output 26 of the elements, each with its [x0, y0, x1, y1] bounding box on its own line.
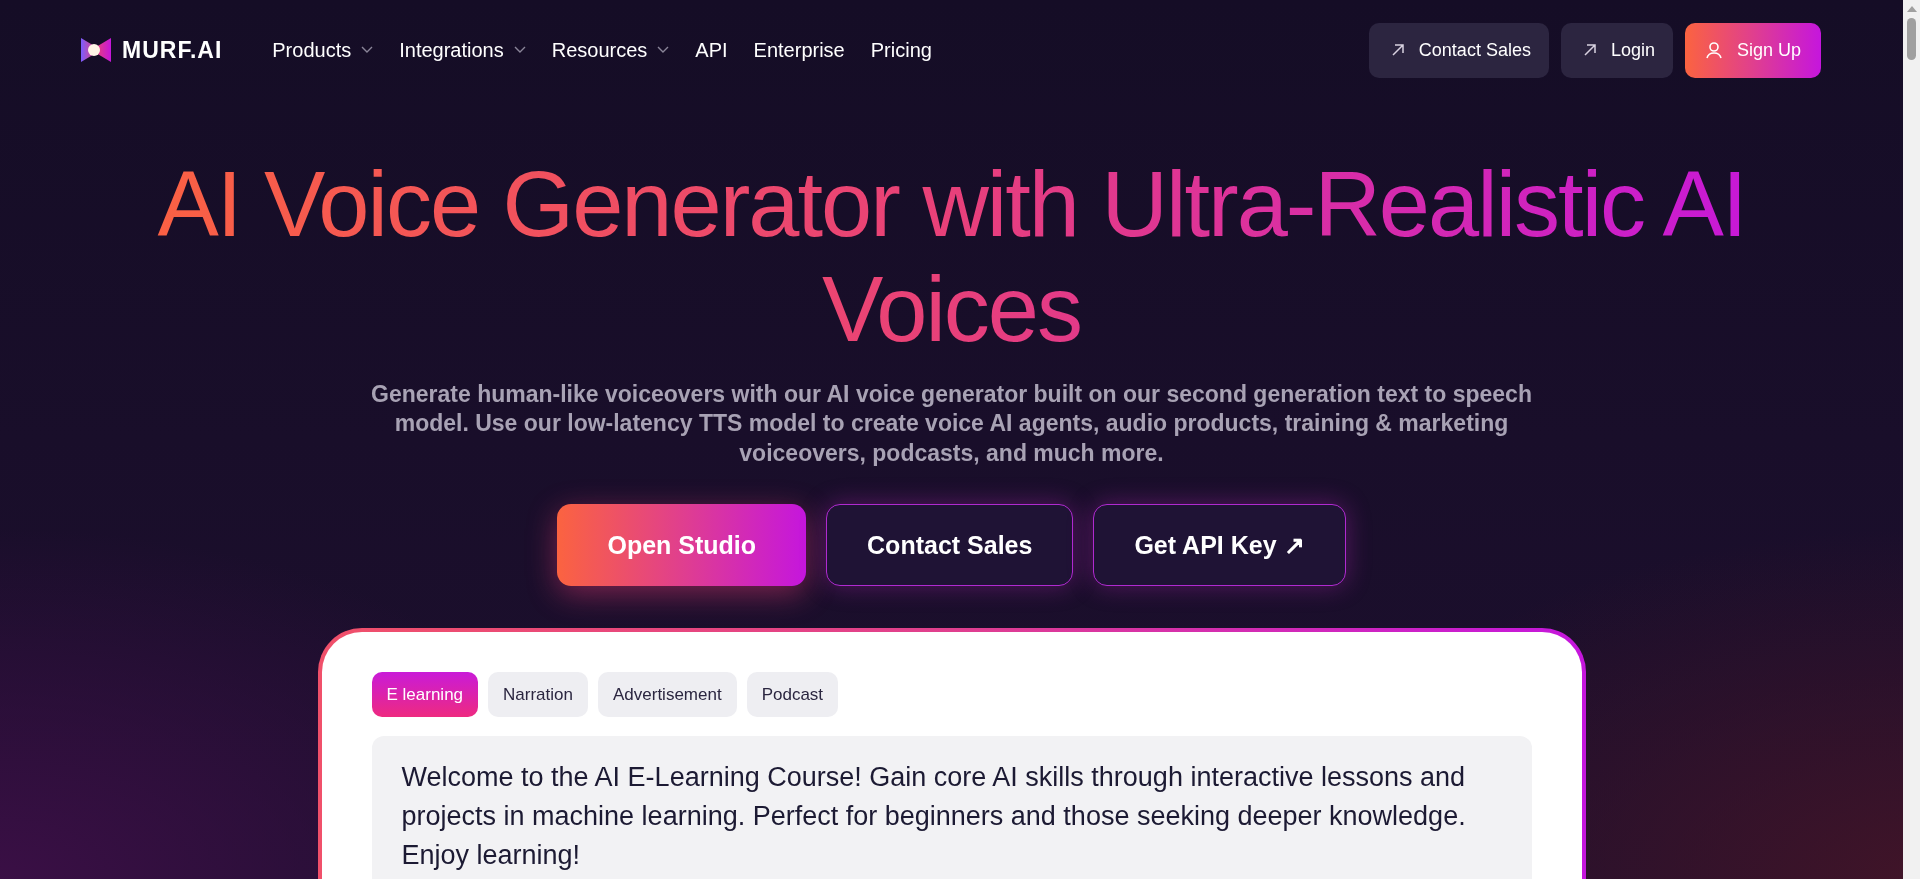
cta-button[interactable]: Contact Sales: [826, 504, 1074, 587]
category-tab[interactable]: Narration: [488, 672, 588, 718]
signup-button[interactable]: Sign Up: [1684, 22, 1821, 78]
nav-link[interactable]: Enterprise: [753, 38, 845, 62]
open-studio-button[interactable]: Open Studio: [557, 504, 807, 587]
sample-text[interactable]: Welcome to the AI E-Learning Course! Gain core AI skills through interactive lessons and projects in machine learning. Perfect for beginners and those seeking deeper knowledge. Enjoy learning!: [371, 736, 1532, 879]
nav-link[interactable]: Resources: [551, 38, 670, 62]
nav-link[interactable]: Integrations: [399, 38, 526, 62]
cta-button[interactable]: Get API Key ↗: [1093, 504, 1346, 587]
nav-link[interactable]: Pricing: [870, 38, 932, 62]
user-icon: [1704, 41, 1723, 59]
category-tab[interactable]: E learning: [371, 672, 479, 718]
logo-text[interactable]: MURF.AI: [122, 36, 223, 64]
scrollbar-thumb[interactable]: [1907, 18, 1916, 60]
nav-link[interactable]: Products: [272, 38, 374, 62]
hero-subtitle: Generate human-like voiceovers with our AI voice generator built on our second generation text to speech model. Use our low-latency TTS model to create voice AI agents, audio products, training & marketing voiceovers, podcasts, and much more.: [370, 379, 1533, 468]
header-button[interactable]: Login: [1560, 22, 1673, 78]
header-button[interactable]: Contact Sales: [1368, 22, 1549, 78]
category-tab[interactable]: Podcast: [746, 672, 839, 718]
logo-icon: [80, 35, 112, 65]
nav-link[interactable]: API: [695, 38, 728, 62]
scrollbar-track[interactable]: [1903, 0, 1920, 879]
arrow-icon: [1582, 43, 1597, 57]
scroll-up-icon[interactable]: [1906, 6, 1917, 12]
arrow-icon: [1390, 43, 1405, 57]
category-tab[interactable]: Advertisement: [598, 672, 737, 718]
